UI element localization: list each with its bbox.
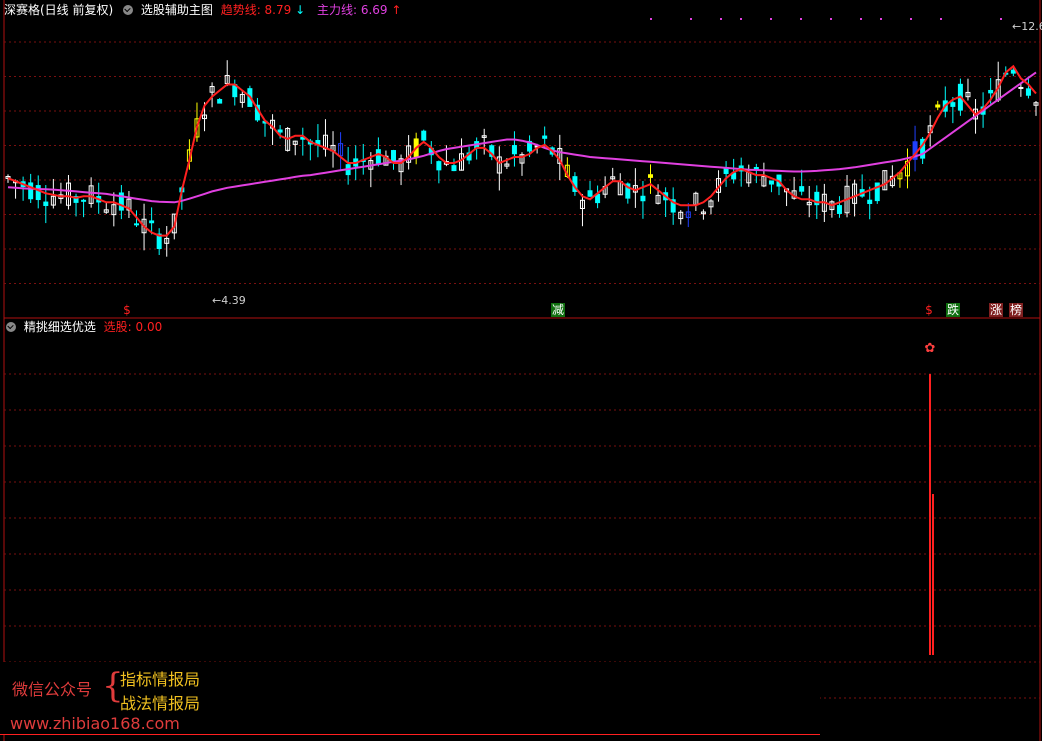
signal-dot: [720, 18, 722, 20]
candle-body[interactable]: [217, 99, 223, 104]
signal-dot: [1000, 18, 1002, 20]
signal-label: 榜: [1010, 302, 1022, 317]
candle-body[interactable]: [1018, 86, 1024, 89]
candle-body[interactable]: [988, 89, 994, 94]
candle-body[interactable]: [81, 199, 87, 202]
candle-body[interactable]: [511, 145, 517, 155]
main-indicator-name[interactable]: 选股辅助主图: [141, 3, 213, 17]
candle-body[interactable]: [950, 102, 956, 107]
butterfly-icon: ✿: [925, 341, 936, 356]
candle-body[interactable]: [375, 149, 381, 164]
candle-body[interactable]: [648, 174, 653, 178]
candle-body[interactable]: [836, 205, 842, 214]
candle-body[interactable]: [149, 220, 155, 224]
high-price-marker: ←12.66: [1012, 20, 1042, 33]
signal-dot: [650, 18, 652, 20]
main-up-arrow-icon: ↑: [391, 3, 402, 17]
candle-body[interactable]: [35, 185, 41, 201]
main-force-line: [7, 71, 1037, 204]
candle-body[interactable]: [43, 201, 49, 206]
trend-line: [7, 64, 1037, 237]
price-chart[interactable]: ←12.66 ←4.39 $ 减 $ 跌 涨榜 ✿: [0, 0, 1042, 741]
signal-label: $: [123, 303, 131, 317]
stock-name: 深赛格(日线 前复权): [4, 3, 114, 17]
signal-dot: [940, 18, 942, 20]
watermark-line-2: 战法情报局: [120, 694, 201, 713]
indicator-toggle-icon[interactable]: [123, 5, 134, 15]
candle-body[interactable]: [28, 182, 34, 200]
sub-indicator-name[interactable]: 精挑细选优选: [24, 320, 96, 334]
signal-label: $: [925, 303, 933, 317]
candle-body[interactable]: [768, 180, 774, 185]
signal-label: 跌: [947, 302, 959, 317]
signal-label: 减: [552, 303, 564, 317]
candle-body[interactable]: [935, 104, 941, 108]
main-panel-header: 深赛格(日线 前复权) 选股辅助主图 趋势线: 8.79 ↓ 主力线: 6.69…: [4, 2, 405, 18]
signal-label: 涨: [990, 302, 1002, 317]
watermark-url[interactable]: www.zhibiao168.com: [10, 714, 180, 733]
signal-dot: [830, 18, 832, 20]
main-line-value: 主力线: 6.69: [316, 3, 388, 17]
candle-body[interactable]: [277, 129, 283, 133]
sub-indicator-toggle-icon[interactable]: [6, 322, 16, 332]
candle-body[interactable]: [421, 130, 427, 141]
watermark-label: 微信公众号: [12, 680, 93, 699]
candle-body[interactable]: [1010, 69, 1016, 74]
candle-body[interactable]: [451, 165, 457, 172]
candle-body[interactable]: [134, 223, 139, 226]
low-price-marker: ←4.39: [212, 294, 246, 307]
signal-dot: [690, 18, 692, 20]
candle-body[interactable]: [799, 186, 805, 192]
watermark-line-1: 指标情报局: [120, 670, 201, 689]
sub-indicator-value: 选股: 0.00: [103, 320, 163, 334]
sub-panel-header: 精挑细选优选 选股: 0.00: [4, 319, 166, 335]
watermark-panel: 微信公众号 { 指标情报局 战法情报局 www.zhibiao168.com: [0, 662, 820, 734]
candle-body[interactable]: [1025, 88, 1031, 96]
candle-body[interactable]: [542, 135, 548, 139]
signal-dot: [860, 18, 862, 20]
signal-dot: [800, 18, 802, 20]
trend-line-value: 趋势线: 8.79: [220, 3, 292, 17]
signal-dot: [740, 18, 742, 20]
trend-down-arrow-icon: ↓: [295, 3, 306, 17]
candle-body[interactable]: [867, 199, 873, 204]
candle-body[interactable]: [640, 195, 646, 202]
candle-body[interactable]: [436, 161, 442, 171]
signal-dot: [770, 18, 772, 20]
signal-dot: [880, 18, 882, 20]
candle-body[interactable]: [587, 190, 593, 197]
signal-dot: [910, 18, 912, 20]
